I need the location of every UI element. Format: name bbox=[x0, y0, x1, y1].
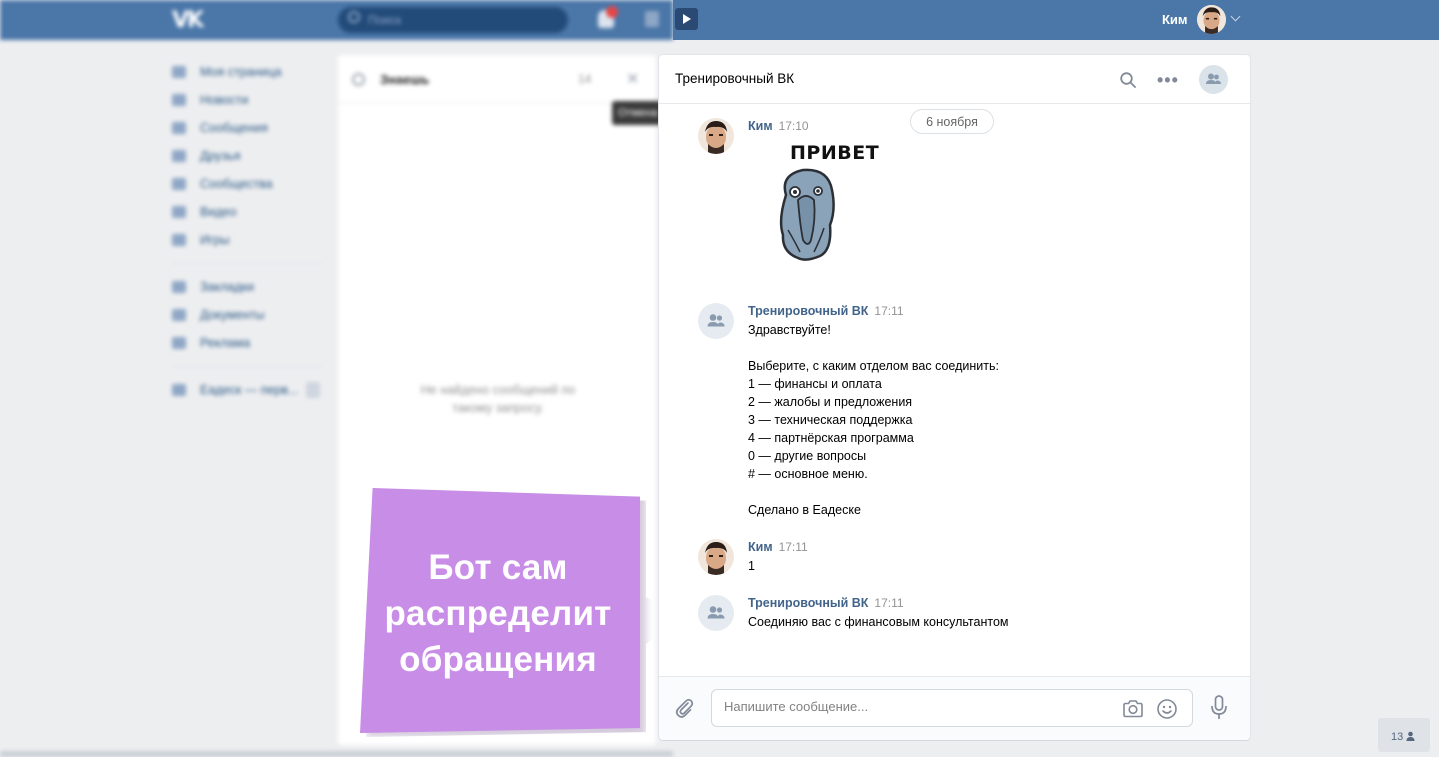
close-icon: ✕ bbox=[626, 71, 640, 88]
message-time: 17:10 bbox=[778, 119, 809, 133]
bg-bottom-strip bbox=[0, 751, 673, 757]
nav-item: Моя страница bbox=[172, 58, 322, 86]
play-icon[interactable] bbox=[675, 8, 698, 30]
bg-search-value: Знаешь bbox=[380, 72, 430, 87]
date-divider: 6 ноября bbox=[910, 109, 994, 134]
top-header bbox=[673, 0, 1439, 40]
avatar[interactable] bbox=[698, 595, 734, 631]
nav-icon bbox=[172, 234, 186, 246]
bg-search-input: Поиск bbox=[338, 7, 568, 33]
online-count-badge[interactable]: 13 bbox=[1378, 718, 1430, 752]
nav-item: Сообщества bbox=[172, 170, 322, 198]
notification-badge bbox=[606, 6, 618, 18]
bg-search-icon bbox=[348, 11, 360, 23]
avatar[interactable] bbox=[698, 303, 734, 339]
music-icon bbox=[645, 11, 659, 27]
message-author[interactable]: Ким 17:10 bbox=[748, 119, 809, 133]
nav-item: Еадеск — перв... bbox=[172, 376, 322, 404]
avatar-face-icon bbox=[698, 539, 734, 575]
emoji-icon[interactable] bbox=[1156, 698, 1178, 720]
message-text: Соединяю вас с финансовым консультантом bbox=[748, 615, 1009, 629]
nav-item: Новости bbox=[172, 86, 322, 114]
message-text: 1 bbox=[748, 559, 755, 573]
users-icon bbox=[1206, 73, 1221, 84]
nav-item: Закладки bbox=[172, 273, 322, 301]
nav-item: Друзья bbox=[172, 142, 322, 170]
chat-header: Тренировочный ВК ••• bbox=[659, 55, 1250, 104]
bg-dialogs-search: Знаешь 14 ✕ bbox=[338, 55, 656, 103]
nav-icon bbox=[172, 122, 186, 134]
message-author[interactable]: Тренировочный ВК 17:11 bbox=[748, 304, 904, 318]
message-composer bbox=[659, 676, 1250, 740]
nav-item: Реклама bbox=[172, 329, 322, 357]
paperclip-icon[interactable] bbox=[673, 697, 695, 719]
message-author[interactable]: Ким 17:11 bbox=[748, 540, 808, 554]
users-icon bbox=[707, 606, 725, 619]
nav-item: Сообщения bbox=[172, 114, 322, 142]
chat-title[interactable]: Тренировочный ВК bbox=[675, 71, 794, 86]
nav-icon bbox=[172, 384, 186, 396]
nav-icon bbox=[172, 281, 186, 293]
bg-result-count: 14 bbox=[578, 72, 592, 86]
nav-item: Видео bbox=[172, 198, 322, 226]
user-icon bbox=[1406, 731, 1415, 741]
search-icon bbox=[352, 73, 365, 86]
camera-icon[interactable] bbox=[1122, 699, 1144, 719]
bg-header bbox=[0, 0, 673, 40]
nav-icon bbox=[172, 309, 186, 321]
bg-sidebar-nav: Моя страница Новости Сообщения Друзья Со… bbox=[172, 58, 322, 404]
elephant-sticker-icon bbox=[779, 168, 835, 261]
message-input-box[interactable] bbox=[711, 689, 1193, 727]
microphone-icon[interactable] bbox=[1210, 695, 1228, 721]
sticker-image[interactable]: ПРИВЕТ bbox=[748, 140, 879, 280]
nav-item: Документы bbox=[172, 301, 322, 329]
header-user-avatar[interactable] bbox=[1197, 5, 1226, 34]
avatar[interactable] bbox=[698, 118, 734, 154]
message-input[interactable] bbox=[724, 699, 1104, 714]
message-author[interactable]: Тренировочный ВК 17:11 bbox=[748, 596, 904, 610]
nav-divider bbox=[172, 366, 322, 367]
avatar[interactable] bbox=[698, 539, 734, 575]
group-avatar-icon[interactable] bbox=[1199, 65, 1228, 94]
message-text: Здравствуйте! Выберите, с каким отделом … bbox=[748, 323, 999, 517]
callout-text: Бот сам распределит обращения bbox=[384, 548, 612, 679]
nav-icon bbox=[172, 150, 186, 162]
vk-logo: VK bbox=[172, 8, 204, 33]
nav-icon bbox=[172, 66, 186, 78]
bg-empty-state: Не найдено сообщений по такому запросу. bbox=[420, 383, 576, 415]
search-icon[interactable] bbox=[1120, 72, 1136, 88]
chat-panel: Тренировочный ВК ••• 6 ноября Ким 17:10 … bbox=[659, 55, 1250, 740]
users-icon bbox=[707, 314, 725, 327]
nav-icon bbox=[172, 206, 186, 218]
more-icon[interactable]: ••• bbox=[1157, 70, 1179, 91]
message-time: 17:11 bbox=[874, 596, 904, 610]
nav-icon bbox=[172, 337, 186, 349]
message-time: 17:11 bbox=[778, 540, 808, 554]
avatar-face-icon bbox=[1197, 5, 1226, 34]
nav-icon bbox=[172, 178, 186, 190]
header-user-name[interactable]: Ким bbox=[1162, 12, 1188, 27]
message-time: 17:11 bbox=[874, 304, 904, 318]
nav-divider bbox=[172, 263, 322, 264]
nav-item: Игры bbox=[172, 226, 322, 254]
nav-badge bbox=[306, 382, 321, 398]
nav-icon bbox=[172, 94, 186, 106]
avatar-face-icon bbox=[698, 118, 734, 154]
